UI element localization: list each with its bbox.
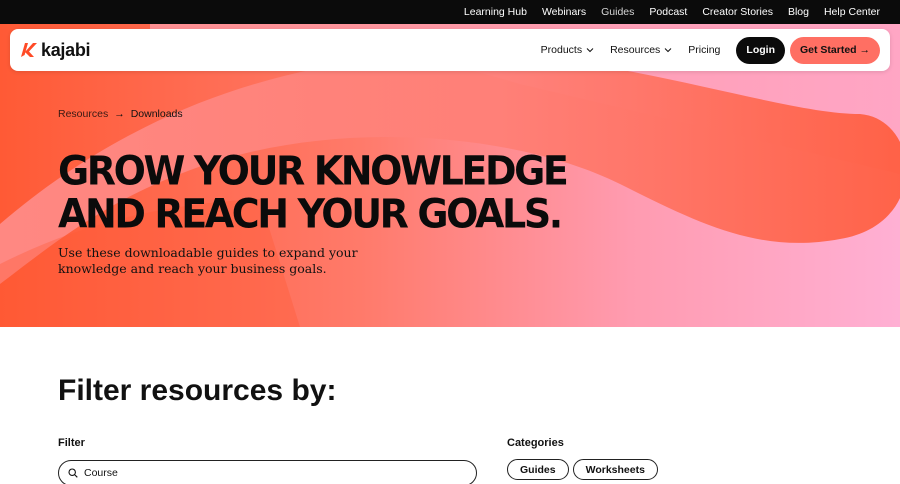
- search-input[interactable]: [84, 467, 444, 479]
- utility-link-webinars[interactable]: Webinars: [542, 6, 586, 18]
- nav-pricing[interactable]: Pricing: [688, 44, 720, 56]
- category-chips: Guides Worksheets: [507, 459, 658, 480]
- breadcrumb-arrow-icon: →: [114, 108, 125, 120]
- nav-resources[interactable]: Resources: [610, 44, 672, 56]
- categories-label: Categories: [507, 437, 564, 449]
- main-header: kajabi Products Resources Pricing Login …: [10, 29, 890, 71]
- filter-label: Filter: [58, 437, 85, 449]
- hero-title: GROW YOUR KNOWLEDGE AND REACH YOUR GOALS…: [58, 147, 569, 238]
- login-button[interactable]: Login: [736, 36, 785, 64]
- nav-products[interactable]: Products: [541, 44, 594, 56]
- hero-subtitle: Use these downloadable guides to expand …: [58, 245, 358, 276]
- utility-link-blog[interactable]: Blog: [788, 6, 809, 18]
- kajabi-logo-icon: [21, 43, 37, 57]
- chevron-down-icon: [664, 48, 672, 53]
- breadcrumb-resources[interactable]: Resources: [58, 108, 108, 120]
- utility-link-help-center[interactable]: Help Center: [824, 6, 880, 18]
- hero-title-line-1: GROW YOUR KNOWLEDGE: [58, 147, 569, 195]
- utility-link-podcast[interactable]: Podcast: [649, 6, 687, 18]
- utility-link-guides[interactable]: Guides: [601, 6, 634, 18]
- breadcrumb: Resources → Downloads: [58, 108, 183, 120]
- kajabi-logo[interactable]: kajabi: [20, 39, 91, 61]
- breadcrumb-downloads: Downloads: [130, 108, 183, 120]
- chevron-down-icon: [586, 48, 594, 53]
- nav-resources-label: Resources: [610, 44, 661, 56]
- primary-nav: Products Resources Pricing: [541, 44, 721, 56]
- logo-wordmark: kajabi: [41, 39, 91, 60]
- filter-heading: Filter resources by:: [58, 374, 337, 407]
- hero-title-line-2: AND REACH YOUR GOALS.: [58, 190, 563, 238]
- page: Learning Hub Webinars Guides Podcast Cre…: [0, 0, 900, 484]
- category-chip-guides[interactable]: Guides: [507, 459, 569, 480]
- search-field[interactable]: [58, 460, 477, 484]
- utility-link-creator-stories[interactable]: Creator Stories: [702, 6, 773, 18]
- utility-nav: Learning Hub Webinars Guides Podcast Cre…: [0, 0, 900, 24]
- search-icon: [68, 468, 78, 478]
- get-started-button[interactable]: Get Started →: [789, 36, 880, 64]
- nav-products-label: Products: [540, 44, 583, 56]
- utility-link-learning-hub[interactable]: Learning Hub: [464, 6, 527, 18]
- category-chip-worksheets[interactable]: Worksheets: [572, 459, 658, 480]
- nav-pricing-label: Pricing: [688, 44, 721, 56]
